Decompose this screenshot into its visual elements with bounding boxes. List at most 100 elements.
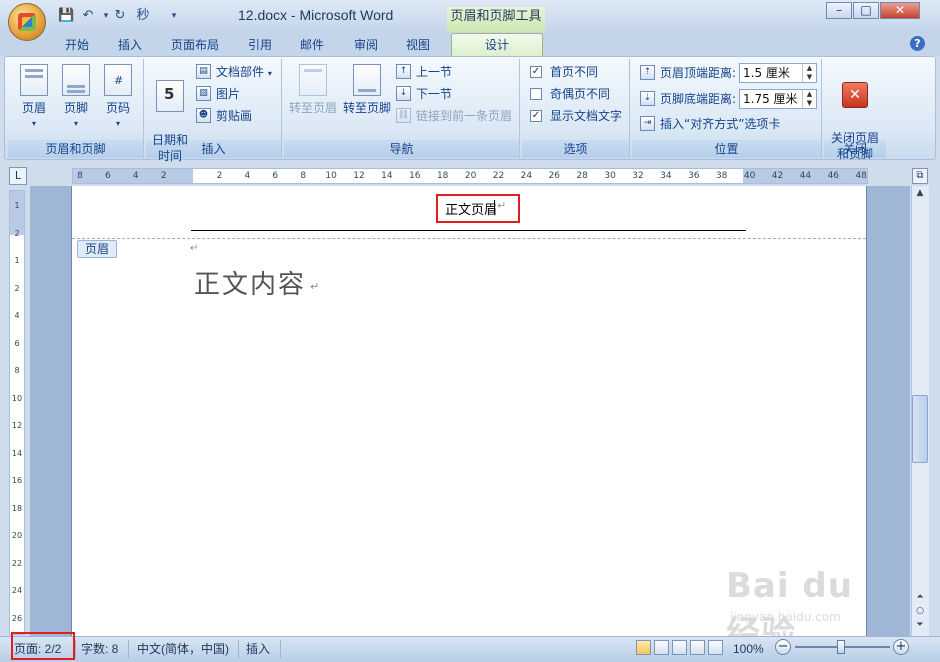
zoom-out-icon[interactable]: − xyxy=(775,639,791,655)
tab-mailings[interactable]: 邮件 xyxy=(290,35,334,55)
window-title: 12.docx - Microsoft Word xyxy=(238,7,394,23)
date-time-button[interactable]: 5 日期和 时间 xyxy=(148,62,192,163)
next-page-icon[interactable]: ⏷ xyxy=(912,618,928,632)
picture-button[interactable]: ▨ 图片 xyxy=(196,85,240,103)
ruler-tick-label: 4 xyxy=(244,171,251,181)
ruler-tick-label: 40 xyxy=(743,171,756,181)
picture-icon: ▨ xyxy=(196,86,211,101)
close-header-footer-button[interactable]: ✕ 关闭页眉 和页脚 xyxy=(826,62,884,161)
ruler-tick-label: 2 xyxy=(14,228,20,238)
page-number-button-label: 页码 xyxy=(105,101,130,115)
scroll-up-icon[interactable]: ▲ xyxy=(912,186,928,200)
goto-footer-icon xyxy=(353,64,381,96)
footer-button[interactable]: 页脚 ▾ xyxy=(54,62,98,138)
save-icon[interactable]: 💾 xyxy=(58,8,74,24)
show-document-text-checkbox[interactable]: ✓ 显示文档文字 xyxy=(530,107,622,125)
tab-stop-selector-icon[interactable]: L xyxy=(9,167,27,185)
clipart-label: 剪贴画 xyxy=(216,109,253,123)
view-ruler-icon[interactable]: ⧉ xyxy=(912,168,928,184)
link-icon: ⛓ xyxy=(396,108,411,123)
ruler-tick-label: 12 xyxy=(11,421,23,430)
help-icon[interactable]: ? xyxy=(910,36,925,51)
ruler-tick-label: 20 xyxy=(11,531,23,540)
spin-arrows-icon[interactable]: ▲ ▼ xyxy=(802,90,816,108)
qat-customize-icon[interactable]: ▾ xyxy=(166,8,182,24)
header-button[interactable]: 页眉 ▾ xyxy=(12,62,56,138)
ruler-tick-label: 44 xyxy=(799,171,812,181)
ruler-tick-label: 16 xyxy=(11,476,23,485)
watermark-url: jingyan.baidu.com xyxy=(730,610,841,624)
zoom-level[interactable]: 100% xyxy=(733,640,764,658)
insert-alignment-tab-label: 插入“对齐方式”选项卡 xyxy=(660,117,781,131)
ruler-tick-label: 8 xyxy=(300,171,307,181)
prev-section-button[interactable]: ↑ 上一节 xyxy=(396,63,452,81)
vertical-ruler[interactable]: 1 2 1 2 4 6 8 10 12 14 16 18 20 22 24 26 xyxy=(9,190,25,635)
office-button[interactable] xyxy=(8,3,46,41)
maximize-button[interactable]: □ xyxy=(853,2,879,19)
ruler-tick-label: 6 xyxy=(14,338,20,348)
browse-object-icon[interactable]: ○ xyxy=(912,604,928,618)
format-painter-icon[interactable]: 秒 xyxy=(132,8,154,24)
clipart-icon: ☻ xyxy=(196,108,211,123)
page-number-button[interactable]: # 页码 ▾ xyxy=(96,62,140,138)
zoom-in-icon[interactable]: + xyxy=(893,639,909,655)
clipart-button[interactable]: ☻ 剪贴画 xyxy=(196,107,252,125)
ruler-tick-label: 18 xyxy=(11,503,23,513)
header-top-distance-input[interactable]: 1.5 厘米 ▲ ▼ xyxy=(739,63,817,83)
ruler-tick-label: 36 xyxy=(688,171,700,181)
spin-arrows-icon[interactable]: ▲ ▼ xyxy=(802,64,816,82)
goto-footer-label: 转至页脚 xyxy=(342,101,391,115)
word-count-status[interactable]: 字数: 8 xyxy=(81,640,118,658)
undo-icon[interactable]: ↶ xyxy=(80,8,96,24)
language-status[interactable]: 中文(简体，中国) xyxy=(137,640,229,658)
tab-home[interactable]: 开始 xyxy=(55,35,99,55)
tab-design[interactable]: 设计 xyxy=(451,33,543,57)
ruler-tick-label: 14 xyxy=(381,171,393,181)
ruler-tick-label: 8 xyxy=(77,171,83,181)
zoom-slider-knob[interactable] xyxy=(837,640,845,654)
web-layout-icon[interactable] xyxy=(672,640,687,655)
horizontal-ruler[interactable]: 8 6 4 2 2 4 6 8 10 12 14 16 18 20 22 24 26 28 30 32 34 36 38 40… xyxy=(72,168,868,184)
scrollbar-thumb[interactable] xyxy=(912,395,928,463)
close-window-button[interactable]: ✕ xyxy=(880,2,920,19)
first-page-different-checkbox[interactable]: ✓ 首页不同 xyxy=(530,63,598,81)
goto-header-button[interactable]: 转至页眉 xyxy=(288,62,338,138)
ruler-tick-label: 48 xyxy=(855,171,867,181)
outline-view-icon[interactable] xyxy=(690,640,705,655)
group-label: 页眉和页脚 xyxy=(8,140,143,158)
prev-page-icon[interactable]: ⏶ xyxy=(912,590,928,604)
ruler-tick-label: 2 xyxy=(160,171,167,181)
ruler-tick-label: 16 xyxy=(409,171,421,181)
full-screen-reading-icon[interactable] xyxy=(654,640,669,655)
context-tool-title: 页眉和页脚工具 xyxy=(447,7,545,32)
tab-insert[interactable]: 插入 xyxy=(108,35,152,55)
ruler-tick-label: 1 xyxy=(14,201,20,210)
odd-even-different-checkbox[interactable]: 奇偶页不同 xyxy=(530,85,610,103)
status-separator xyxy=(238,640,239,658)
ruler-tick-label: 30 xyxy=(604,171,616,181)
body-content-text[interactable]: 正文内容 xyxy=(194,264,306,301)
insert-mode-status[interactable]: 插入 xyxy=(246,640,270,658)
doc-parts-dropdown-icon: ▾ xyxy=(267,69,272,78)
tab-review[interactable]: 审阅 xyxy=(344,35,388,55)
next-section-button[interactable]: ↓ 下一节 xyxy=(396,85,452,103)
footer-bottom-distance-input[interactable]: 1.75 厘米 ▲ ▼ xyxy=(739,89,817,109)
header-region-tag: 页眉 xyxy=(77,240,117,258)
doc-parts-button[interactable]: ▤ 文档部件 ▾ xyxy=(196,63,272,81)
goto-footer-button[interactable]: 转至页脚 xyxy=(342,62,392,138)
header-boundary-line xyxy=(72,238,866,239)
minimize-button[interactable]: – xyxy=(826,2,852,19)
tab-page-layout[interactable]: 页面布局 xyxy=(164,35,226,55)
redo-icon[interactable]: ↻ xyxy=(112,8,128,24)
paragraph-mark-icon: ↵ xyxy=(190,243,199,254)
link-to-previous-button[interactable]: ⛓ 链接到前一条页眉 xyxy=(396,107,512,125)
group-label: 选项 xyxy=(522,140,629,158)
draft-view-icon[interactable] xyxy=(708,640,723,655)
close-header-footer-label: 关闭页眉 和页脚 xyxy=(830,131,879,161)
tab-view[interactable]: 视图 xyxy=(396,35,440,55)
page-count-highlight-box xyxy=(11,632,75,660)
tab-references[interactable]: 引用 xyxy=(238,35,282,55)
date-time-label: 日期和 时间 xyxy=(151,133,188,163)
insert-alignment-tab-button[interactable]: ⇥ 插入“对齐方式”选项卡 xyxy=(640,115,780,133)
print-layout-view-icon[interactable] xyxy=(636,640,651,655)
